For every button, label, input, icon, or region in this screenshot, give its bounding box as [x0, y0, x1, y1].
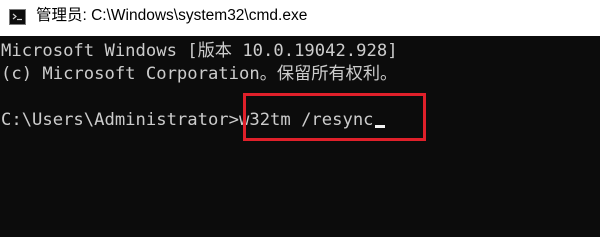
version-line: Microsoft Windows [版本 10.0.19042.928] [1, 41, 398, 61]
prompt-text: C:\Users\Administrator> [1, 110, 239, 130]
cmd-window: 管理员: C:\Windows\system32\cmd.exe Microso… [0, 0, 600, 237]
cmd-icon [9, 9, 26, 25]
title-bar[interactable]: 管理员: C:\Windows\system32\cmd.exe [0, 0, 600, 36]
copyright-line: (c) Microsoft Corporation。保留所有权利。 [1, 64, 398, 84]
command-highlight-box [243, 93, 426, 141]
window-title: 管理员: C:\Windows\system32\cmd.exe [36, 7, 308, 24]
